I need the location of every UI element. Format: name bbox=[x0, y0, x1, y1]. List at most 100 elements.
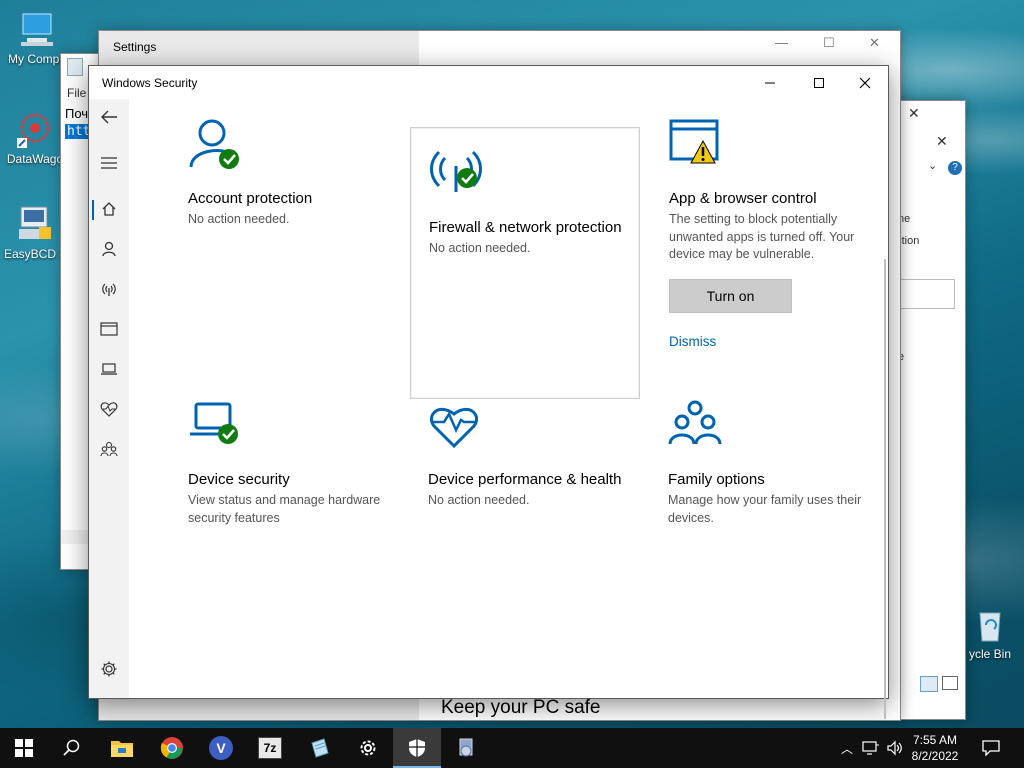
settings-close-button[interactable]: ✕ bbox=[869, 35, 880, 51]
app-browser-warning-icon bbox=[669, 117, 725, 173]
tile-device-security[interactable]: Device security View status and manage h… bbox=[170, 380, 400, 650]
clock-time: 7:55 AM bbox=[912, 733, 958, 747]
taskbar: V 7z ︿ 7:55 AM 8/2/2022 bbox=[0, 728, 1024, 768]
recycle-bin-icon bbox=[970, 605, 1010, 645]
search-icon bbox=[63, 739, 80, 756]
browser-window-icon bbox=[100, 322, 118, 336]
shield-icon bbox=[409, 739, 425, 757]
close-icon bbox=[859, 77, 871, 88]
view-details-icon[interactable] bbox=[920, 676, 938, 692]
taskbar-installer[interactable] bbox=[442, 728, 490, 768]
window-title: Windows Security bbox=[102, 75, 198, 90]
nav-device-security[interactable] bbox=[89, 351, 129, 387]
action-center-button[interactable] bbox=[968, 728, 1014, 768]
tile-status: View status and manage hardware security… bbox=[188, 493, 381, 525]
nav-settings[interactable] bbox=[89, 651, 129, 687]
view-tiles-icon[interactable] bbox=[942, 676, 958, 690]
desktop-icon-label: DataWago bbox=[6, 152, 64, 166]
laptop-icon bbox=[101, 363, 117, 375]
search-button[interactable] bbox=[48, 728, 96, 768]
tile-device-performance-health[interactable]: Device performance & health No action ne… bbox=[410, 380, 640, 650]
nav-home[interactable] bbox=[89, 191, 129, 227]
easybcd-icon bbox=[15, 205, 55, 245]
desktop-icon-label: ycle Bin bbox=[968, 647, 1012, 661]
taskbar-chrome[interactable] bbox=[148, 728, 196, 768]
title-bar[interactable]: Windows Security bbox=[89, 66, 888, 99]
nav-device-health[interactable] bbox=[89, 391, 129, 427]
minimize-icon bbox=[765, 82, 775, 83]
7zip-icon: 7z bbox=[258, 737, 282, 759]
system-tray: ︿ bbox=[838, 728, 904, 768]
back-button[interactable] bbox=[89, 99, 129, 135]
desktop-icon-label: EasyBCD 2 bbox=[3, 247, 67, 261]
tile-title: Device performance & health No action ne… bbox=[428, 470, 628, 510]
notepad-text-line1: Поч bbox=[65, 106, 89, 121]
tile-title: Account protection No action needed. bbox=[188, 189, 388, 229]
chevron-up-icon[interactable]: ︿ bbox=[838, 740, 856, 757]
menu-button[interactable] bbox=[89, 145, 129, 181]
tile-account-protection[interactable]: Account protection No action needed. bbox=[170, 99, 400, 369]
home-icon bbox=[102, 202, 116, 216]
tile-firewall-network[interactable]: Firewall & network protection No action … bbox=[410, 127, 640, 399]
start-button[interactable] bbox=[0, 728, 48, 768]
tile-title: Device security View status and manage h… bbox=[188, 470, 388, 527]
tile-app-browser-control[interactable]: App & browser control The setting to blo… bbox=[651, 99, 881, 389]
hamburger-icon bbox=[101, 157, 117, 169]
content-scrollbar[interactable] bbox=[884, 259, 886, 719]
settings-maximize-button[interactable]: ☐ bbox=[823, 35, 835, 51]
family-icon bbox=[100, 441, 118, 457]
close-icon[interactable]: ✕ bbox=[908, 105, 920, 122]
person-icon bbox=[102, 241, 116, 257]
windows-security-window[interactable]: Windows Security Account protection No a… bbox=[88, 65, 889, 719]
taskbar-file-explorer[interactable] bbox=[98, 728, 146, 768]
help-icon[interactable]: ? bbox=[948, 161, 962, 175]
turn-on-button[interactable]: Turn on bbox=[669, 279, 792, 313]
folder-icon bbox=[111, 741, 133, 757]
notepad-icon bbox=[311, 738, 329, 758]
network-icon[interactable] bbox=[862, 740, 880, 756]
taskbar-notepad[interactable] bbox=[295, 728, 343, 768]
nav-firewall[interactable] bbox=[89, 271, 129, 307]
tile-status: Manage how your family uses their device… bbox=[668, 493, 862, 525]
windows-logo-icon bbox=[15, 739, 33, 757]
taskbar-vivaldi[interactable]: V bbox=[197, 728, 245, 768]
heart-pulse-icon bbox=[100, 402, 118, 417]
notification-icon bbox=[982, 740, 1000, 756]
settings-page-heading: Keep your PC safe bbox=[441, 697, 601, 718]
dismiss-link[interactable]: Dismiss bbox=[669, 334, 716, 349]
family-options-icon bbox=[668, 398, 724, 454]
tile-status: No action needed. bbox=[429, 241, 531, 255]
chevron-down-icon[interactable]: ⌄ bbox=[928, 159, 937, 172]
clock[interactable]: 7:55 AM 8/2/2022 bbox=[900, 732, 970, 764]
desktop-icon-label: My Compu bbox=[7, 52, 66, 66]
tile-title: App & browser control The setting to blo… bbox=[669, 189, 869, 264]
nav-account-protection[interactable] bbox=[89, 231, 129, 267]
nav-rail bbox=[89, 99, 129, 698]
minimize-button[interactable] bbox=[747, 66, 793, 99]
close-icon[interactable]: ✕ bbox=[936, 133, 948, 150]
tile-title: Family options Manage how your family us… bbox=[668, 470, 868, 527]
notepad-menu-file[interactable]: File bbox=[67, 86, 86, 100]
gear-icon bbox=[360, 740, 376, 756]
notepad-icon bbox=[67, 58, 83, 76]
close-button[interactable] bbox=[842, 66, 888, 99]
taskbar-7zip[interactable]: 7z bbox=[246, 728, 294, 768]
taskbar-windows-security[interactable] bbox=[393, 728, 441, 768]
tile-title: Firewall & network protection No action … bbox=[429, 218, 629, 258]
nav-app-browser[interactable] bbox=[89, 311, 129, 347]
computer-icon bbox=[17, 10, 57, 50]
nav-family-options[interactable] bbox=[89, 431, 129, 467]
maximize-button[interactable] bbox=[796, 66, 842, 99]
gear-icon bbox=[101, 661, 117, 677]
settings-minimize-button[interactable]: — bbox=[775, 35, 788, 50]
maximize-icon bbox=[814, 77, 824, 88]
chrome-icon bbox=[160, 737, 183, 759]
taskbar-settings[interactable] bbox=[344, 728, 392, 768]
vivaldi-icon: V bbox=[209, 736, 233, 760]
clock-date: 8/2/2022 bbox=[911, 749, 959, 763]
datawagon-icon bbox=[15, 110, 55, 150]
account-protection-icon bbox=[188, 117, 244, 173]
tile-family-options[interactable]: Family options Manage how your family us… bbox=[650, 380, 880, 650]
tile-status: No action needed. bbox=[188, 212, 290, 226]
firewall-icon bbox=[429, 146, 485, 202]
